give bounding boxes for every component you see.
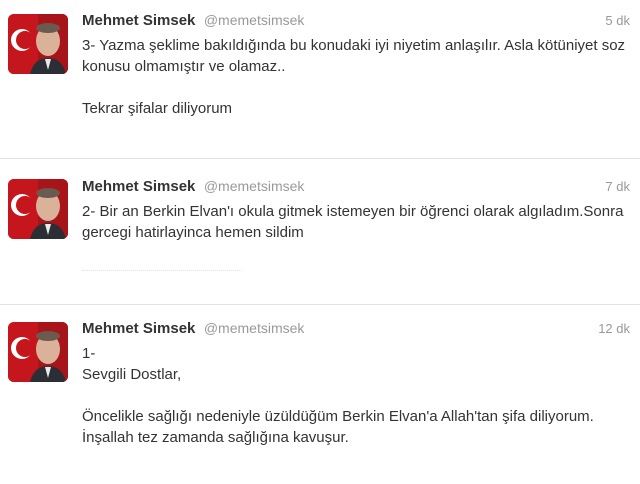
- tweet-feed: Mehmet Simsek @memetsimsek 5 dk 3- Yazma…: [0, 0, 640, 484]
- tweet-paragraph: 1- Sevgili Dostlar,: [82, 345, 182, 383]
- tweet-timestamp[interactable]: 12 dk: [598, 321, 630, 336]
- avatar[interactable]: [8, 179, 68, 239]
- tweet-item[interactable]: Mehmet Simsek @memetsimsek 7 dk 2- Bir a…: [0, 160, 640, 304]
- tweet-divider: [0, 304, 640, 305]
- tweet-paragraph: Tekrar şifalar diliyorum: [82, 100, 233, 117]
- user-handle[interactable]: @memetsimsek: [204, 320, 305, 336]
- user-handle[interactable]: @memetsimsek: [204, 178, 305, 194]
- tweet-header: Mehmet Simsek @memetsimsek 12 dk: [82, 320, 630, 340]
- tweet-divider: [0, 158, 640, 159]
- tweet-text: 3- Yazma şeklime bakıldığında bu konudak…: [82, 35, 634, 119]
- tweet-paragraph: 2- Bir an Berkin Elvan'ı okula gitmek is…: [82, 203, 624, 241]
- tweet-text: 1- Sevgili Dostlar, Öncelikle sağlığı ne…: [82, 343, 634, 448]
- avatar-image: [8, 179, 68, 239]
- tweet-item[interactable]: Mehmet Simsek @memetsimsek 12 dk 1- Sevg…: [0, 306, 640, 484]
- tweet-timestamp[interactable]: 7 dk: [605, 179, 630, 194]
- tweet-text: 2- Bir an Berkin Elvan'ı okula gitmek is…: [82, 201, 634, 243]
- tweet-paragraph: 3- Yazma şeklime bakıldığında bu konudak…: [82, 37, 626, 75]
- faint-rule: [82, 270, 242, 272]
- user-fullname[interactable]: Mehmet Simsek: [82, 320, 195, 337]
- tweet-timestamp[interactable]: 5 dk: [605, 13, 630, 28]
- avatar[interactable]: [8, 14, 68, 74]
- avatar-image: [8, 14, 68, 74]
- tweet-paragraph: Öncelikle sağlığı nedeniyle üzüldüğüm Be…: [82, 408, 594, 446]
- avatar-image: [8, 322, 68, 382]
- user-handle[interactable]: @memetsimsek: [204, 12, 305, 28]
- avatar[interactable]: [8, 322, 68, 382]
- tweet-header: Mehmet Simsek @memetsimsek 7 dk: [82, 178, 630, 198]
- user-fullname[interactable]: Mehmet Simsek: [82, 12, 195, 29]
- user-fullname[interactable]: Mehmet Simsek: [82, 178, 195, 195]
- tweet-item[interactable]: Mehmet Simsek @memetsimsek 5 dk 3- Yazma…: [0, 0, 640, 158]
- tweet-header: Mehmet Simsek @memetsimsek 5 dk: [82, 12, 630, 32]
